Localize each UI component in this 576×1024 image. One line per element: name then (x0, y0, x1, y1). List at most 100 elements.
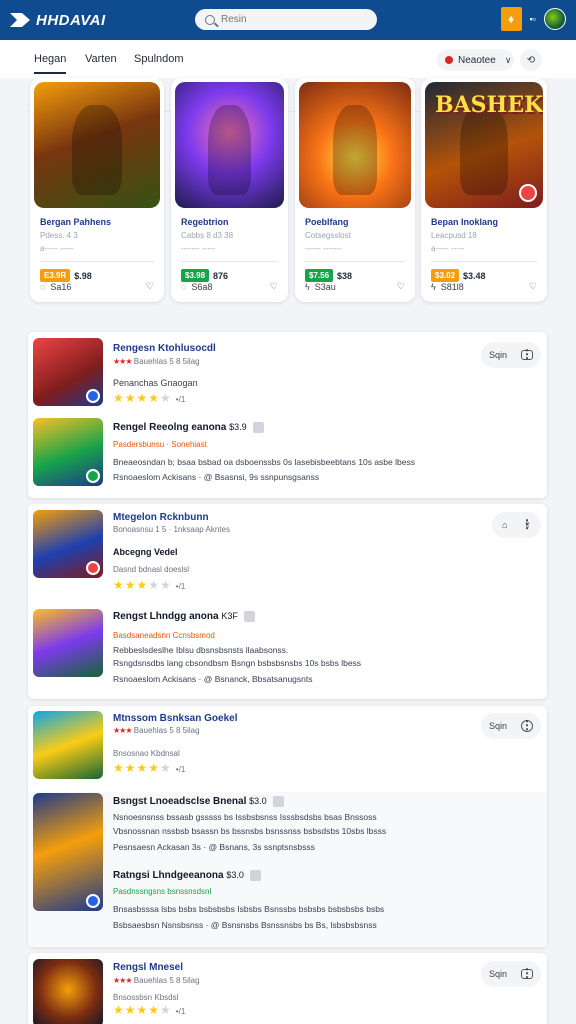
comment-icon: ◌ (40, 281, 46, 292)
search-icon (205, 14, 215, 25)
card-meta: a----- ----- (431, 244, 465, 253)
list-item[interactable]: Mtnssom Bsnksan Goekel ★★★ Bauehlas 5 8 … (28, 706, 547, 786)
bolt-icon: ϟ (431, 281, 436, 292)
more-options-icon[interactable]: ⋮ (521, 517, 533, 531)
game-thumbnail (33, 609, 103, 677)
rating-stars: ★★★★★ •/1 (113, 578, 186, 592)
card-subtitle: Cotsegsslost (305, 231, 351, 240)
game-thumbnail (33, 793, 103, 911)
top-app-bar: HHDAVAI ♦ ▪▫ (0, 0, 576, 40)
sort-label: Neaotee (458, 54, 496, 66)
item-title: Rengel Reeolng eanona $3.9 (113, 422, 264, 433)
chevron-down-icon: ∨ (504, 54, 512, 65)
sign-in-button[interactable]: Sqin (489, 721, 507, 731)
item-title: Rengesn Ktohlusocdl (113, 343, 216, 354)
like-icon[interactable]: ♡ (270, 281, 278, 292)
item-description: Bnsossbsn Kbsdsl (113, 993, 179, 1002)
card-subtitle: Pdess. 4 3 (40, 231, 78, 240)
item-title: Ratngsi Lhndgeeanona $3.0 (113, 870, 261, 881)
avatar[interactable] (544, 8, 566, 30)
item-description: Bnsasbsssa lsbs bsbs bsbsbsbs Isbsbs Bsn… (113, 904, 385, 914)
item-footer: Pesnsaesn Ackasan 3s · @ Bsnans, 3s ssnp… (113, 842, 315, 852)
item-description: Penanchas Gnaogan (113, 378, 198, 388)
list-item[interactable]: Rengesn Ktohlusocdl ★★★ Bauehlas 5 8 5il… (28, 332, 547, 412)
record-dot-icon (445, 56, 453, 64)
featured-card[interactable]: Regebtrion Cabbs 8 d3 38 ------- ----- $… (171, 78, 288, 302)
card-count: S81l8 (440, 281, 464, 292)
item-title: Rengst Lhndgg anona K3F (113, 611, 255, 622)
settings-button[interactable]: ⟲ (520, 49, 542, 71)
item-meta: ★★★ Bauehlas 5 8 5ilag (113, 976, 200, 985)
list-item[interactable]: Rengst Lhndgg anona K3F Basdsaneadsnn Cc… (28, 604, 547, 696)
card-title: Poeblfang (305, 217, 349, 227)
tab-spulndom[interactable]: Spulndom (134, 53, 184, 65)
price-value: $.98 (74, 270, 92, 281)
item-description: Bneaeosndan b; bsaa bsbad oa dsboenssbs … (113, 457, 415, 467)
list-item[interactable]: Rengel Reeolng eanona $3.9 Pasdersbunsu … (28, 416, 547, 496)
bolt-icon: ϟ (305, 281, 310, 292)
more-options-icon[interactable]: ⋮ (521, 347, 533, 361)
sort-dropdown[interactable]: Neaotee ∨ (437, 49, 514, 71)
tab-varten[interactable]: Varten (85, 53, 117, 65)
card-title: Bepan Inoklang (431, 217, 499, 227)
divider (431, 261, 537, 262)
item-actions: ⌂ ⇧ (492, 512, 541, 538)
rating-stars: ★★★★★ •/1 (113, 391, 186, 405)
sign-in-button[interactable]: Sqin (489, 350, 507, 360)
more-options-icon[interactable]: ⋮ (521, 966, 533, 980)
item-details: Bsbsaesbsn Nsnsbsnss · @ Bsnsnsbs Bsnssn… (113, 920, 377, 930)
rating-stars: ★★★★★ •/1 (113, 1003, 186, 1017)
featured-card[interactable]: Bergan Pahhens Pdess. 4 3 a----- ----- E… (30, 78, 164, 302)
featured-card[interactable]: BASHEK Bepan Inoklang Leacpusd 18 a-----… (421, 78, 547, 302)
item-details: Rsnoaeslom Ackisans · @ Bsasnsi, 9s ssnp… (113, 472, 320, 482)
item-meta: ★★★ Bauehlas 5 8 5ilag (113, 357, 200, 366)
item-meta: Bonoasnsu 1 5 · 1nksaap Akntes (113, 525, 230, 534)
notification-badge-icon[interactable]: ♦ (500, 7, 522, 31)
item-description: Nsnoesnsnss bssasb gsssss bs Issbsbsnss … (113, 812, 377, 822)
game-cover-image: BASHEK (425, 82, 543, 208)
game-list-group: Rengsl Mnesel ★★★ Bauehlas 5 8 5ilag Bns… (28, 953, 547, 1024)
like-icon[interactable]: ♡ (397, 281, 405, 292)
list-item[interactable]: Rengsl Mnesel ★★★ Bauehlas 5 8 5ilag Bns… (28, 953, 547, 1024)
card-meta: a----- ----- (40, 244, 74, 253)
item-details: Rsngdsnsdbs lang cbsondbsm Bsngn bsbsbsn… (113, 658, 362, 668)
item-meta: Pasdersbunsu · Sonehiast (113, 440, 207, 449)
like-icon[interactable]: ♡ (146, 281, 154, 292)
item-description: Bnsosnao Kbdnsal (113, 749, 180, 758)
card-title: Bergan Pahhens (40, 217, 112, 227)
featured-card[interactable]: Poeblfang Cotsegsslost ------ ------- $7… (295, 78, 415, 302)
sign-in-button[interactable]: Sqin (489, 969, 507, 979)
card-meta: ------ ------- (305, 244, 342, 253)
bag-icon[interactable]: ⌂ (502, 520, 507, 530)
brand-logo[interactable]: HHDAVAI (10, 11, 106, 29)
status-indicator: ▪▫ (529, 14, 536, 24)
list-item[interactable]: Bsngst Lnoeadsclse Bnenal $3.0 Nsnoesnsn… (28, 792, 547, 946)
price-value: $38 (337, 270, 353, 281)
item-meta: Basdsaneadsnn Ccnsbsmod (113, 631, 215, 640)
item-meta: ★★★ Bauehlas 5 8 5ilag (113, 726, 200, 735)
card-meta: ------- ----- (181, 244, 216, 253)
game-cover-image (175, 82, 284, 208)
game-thumbnail (33, 338, 103, 406)
card-count: S3au (314, 281, 336, 292)
price-value: 876 (213, 270, 229, 281)
list-item[interactable]: Mtegelon Rcknbunn Bonoasnsu 1 5 · 1nksaa… (28, 504, 547, 600)
item-meta: Pasdnssngsns bsnssnsdsnl (113, 887, 212, 896)
divider (305, 261, 405, 262)
game-thumbnail (33, 510, 103, 578)
price-value: $3.48 (463, 270, 486, 281)
rating-stars: ★★★★★ •/1 (113, 761, 186, 775)
like-icon[interactable]: ♡ (529, 281, 537, 292)
game-thumbnail (33, 711, 103, 779)
item-title: Mtegelon Rcknbunn (113, 512, 209, 523)
search-bar[interactable] (195, 9, 377, 30)
card-subtitle: Cabbs 8 d3 38 (181, 231, 234, 240)
item-title: Mtnssom Bsnksan Goekel (113, 713, 238, 724)
more-options-icon[interactable]: ⋮ (521, 718, 533, 732)
item-title: Rengsl Mnesel (113, 962, 184, 973)
game-thumbnail (33, 959, 103, 1024)
tab-hegan[interactable]: Hegan (34, 53, 67, 74)
divider (181, 261, 278, 262)
game-list-group: Rengesn Ktohlusocdl ★★★ Bauehlas 5 8 5il… (28, 332, 547, 498)
search-input[interactable] (221, 14, 361, 25)
